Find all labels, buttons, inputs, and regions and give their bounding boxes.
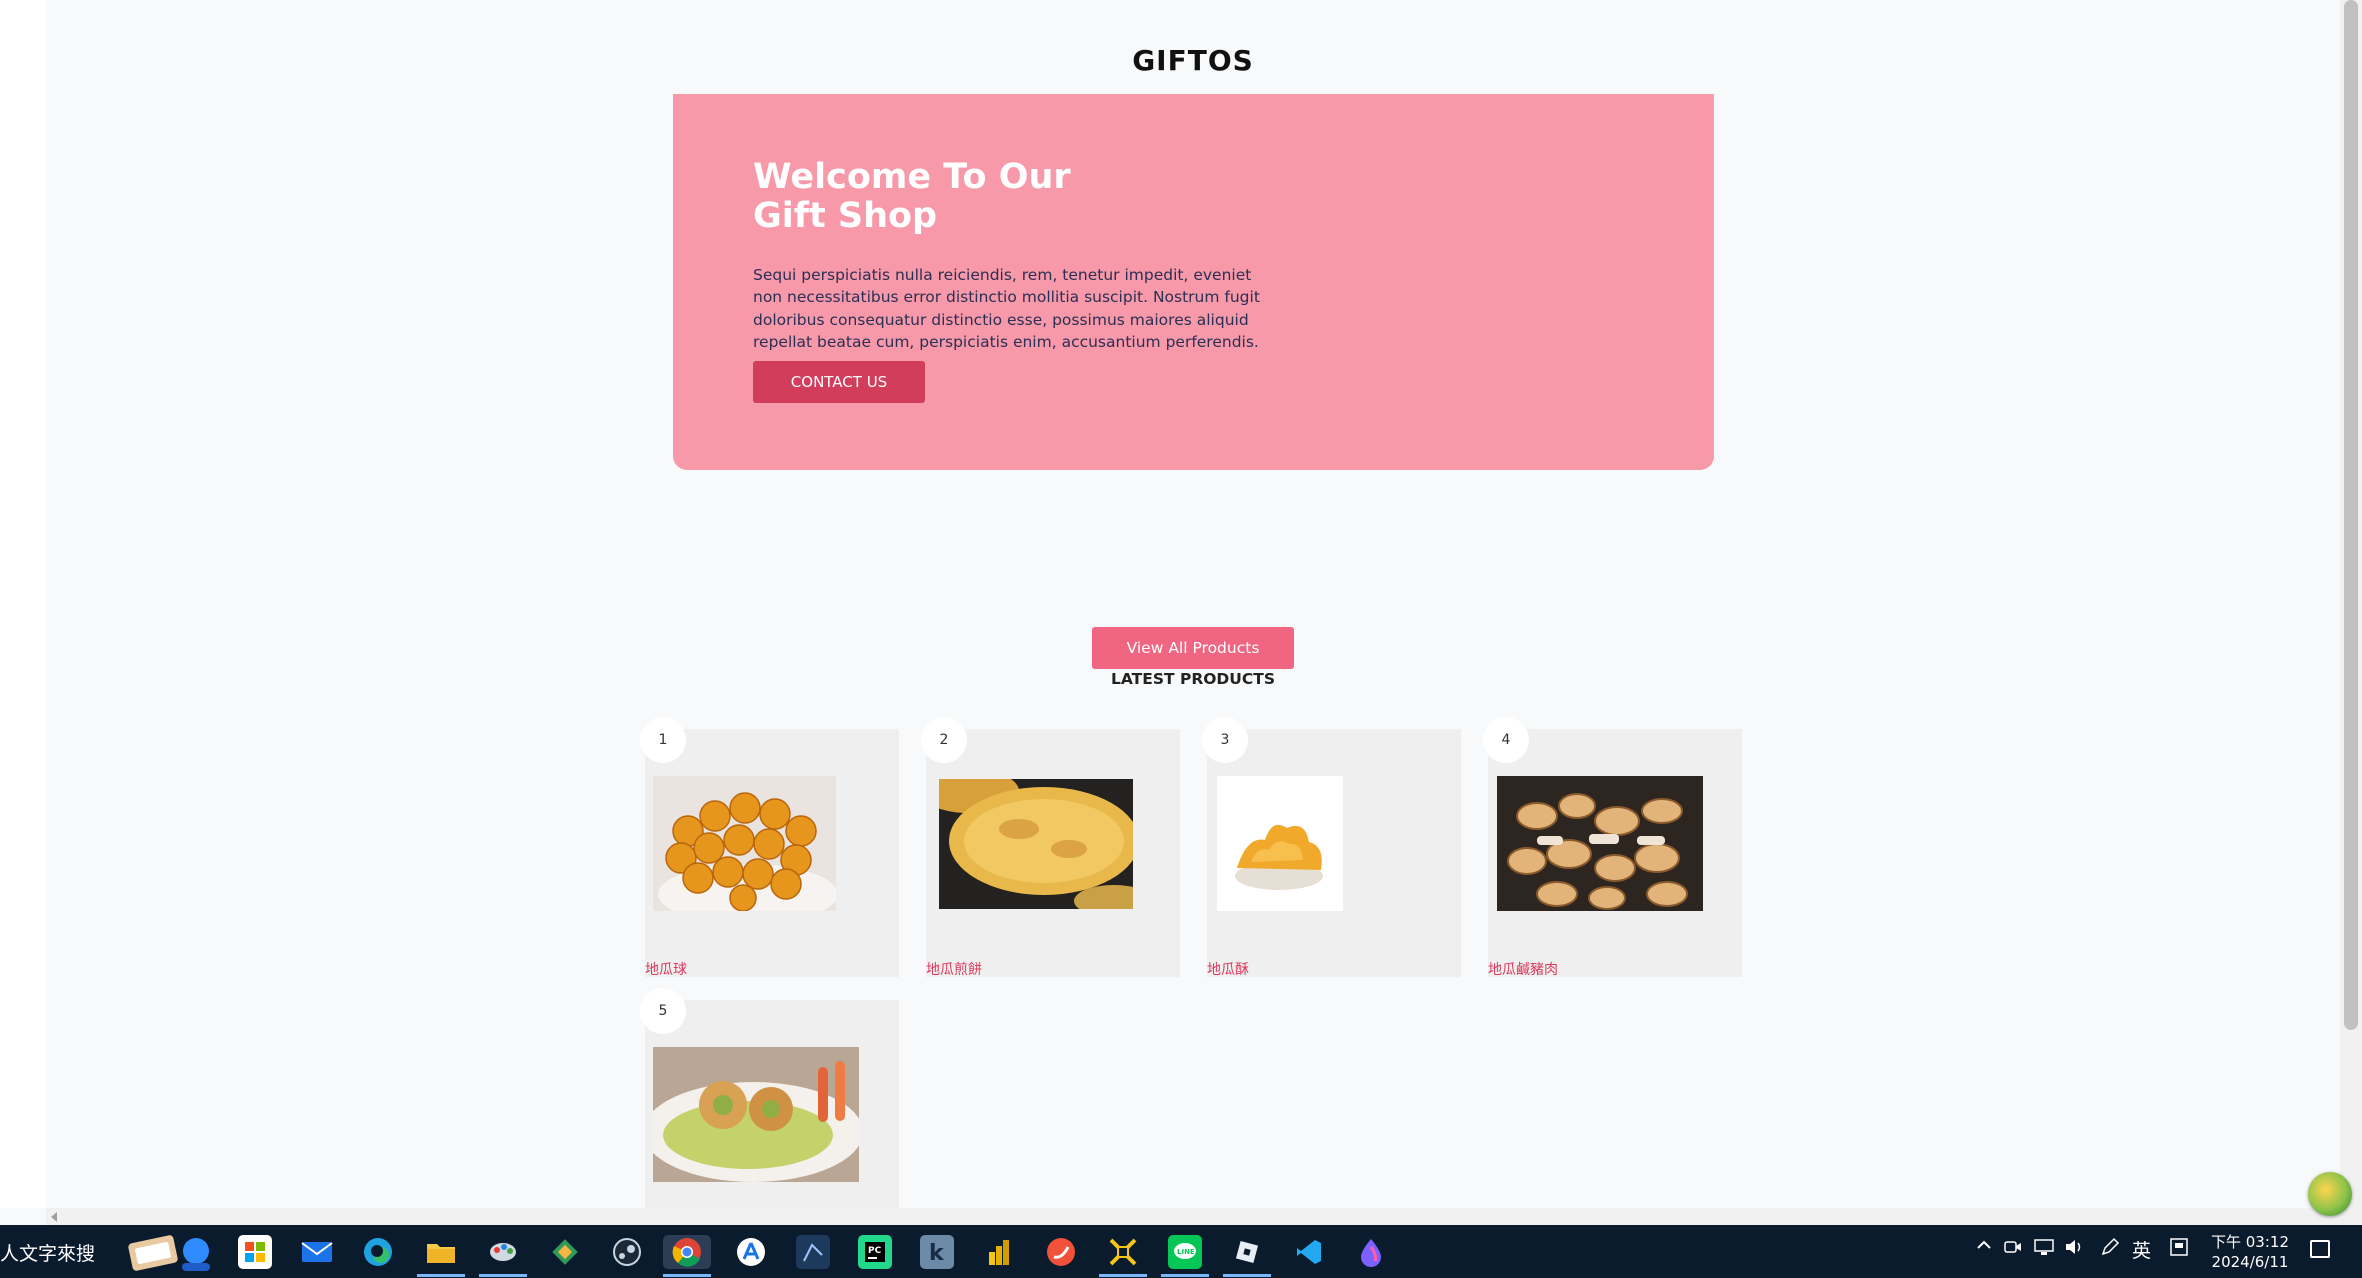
meet-now-icon[interactable] (2004, 1238, 2022, 1261)
clock-date[interactable]: 2024/6/11 (2198, 1253, 2302, 1271)
search-highlight-icon (124, 1231, 218, 1273)
svg-text:LINE: LINE (1177, 1248, 1195, 1256)
contact-us-button[interactable]: CONTACT US (753, 361, 925, 403)
roblox-icon[interactable] (1230, 1235, 1264, 1269)
hero-heading-line2: Gift Shop (753, 196, 938, 236)
svg-text:k: k (929, 1241, 945, 1265)
product-image[interactable] (939, 779, 1133, 909)
file-explorer-icon[interactable] (424, 1235, 458, 1269)
chrome-icon[interactable] (663, 1235, 711, 1269)
product-number-badge: 4 (1483, 717, 1529, 763)
product-image[interactable] (1217, 776, 1343, 911)
keyboard-icon[interactable] (2170, 1238, 2188, 1261)
pycharm-icon[interactable]: PC (858, 1235, 892, 1269)
volume-icon[interactable] (2064, 1238, 2084, 1261)
floating-assistant-icon[interactable] (2308, 1172, 2352, 1216)
svg-text:PC: PC (868, 1246, 882, 1256)
product-number-badge: 3 (1202, 717, 1248, 763)
tool-icon[interactable] (1106, 1235, 1140, 1269)
active-app-indicator (1223, 1274, 1271, 1277)
input-method-indicator[interactable]: 英 (2132, 1236, 2151, 1263)
left-margin (0, 0, 46, 1208)
edge-icon[interactable] (361, 1235, 395, 1269)
product-image[interactable] (1497, 776, 1703, 911)
app-store-icon[interactable] (734, 1235, 768, 1269)
steam-icon[interactable] (610, 1235, 644, 1269)
notification-center-icon[interactable] (2310, 1240, 2330, 1258)
power-bi-icon[interactable] (982, 1235, 1016, 1269)
clock-time[interactable]: 下午 03:12 (2198, 1231, 2302, 1252)
product-image[interactable] (653, 776, 836, 911)
product-number-badge: 2 (921, 717, 967, 763)
tools-icon[interactable] (548, 1235, 582, 1269)
hero-banner: Welcome To Our Gift Shop Sequi perspicia… (673, 94, 1714, 470)
kotlin-icon[interactable]: k (920, 1235, 954, 1269)
product-card[interactable]: 5 (640, 988, 899, 1208)
mail-icon[interactable] (300, 1235, 334, 1269)
hero-heading: Welcome To Our Gift Shop (753, 158, 1253, 236)
product-image[interactable] (653, 1047, 859, 1182)
product-card[interactable]: 1 地瓜球 (640, 717, 899, 979)
app-icon[interactable] (796, 1235, 830, 1269)
active-app-indicator (479, 1274, 527, 1277)
paint-icon[interactable] (486, 1235, 520, 1269)
windows-taskbar: 人文字來搜 PC k LINE 英 下午 03:12 2024/6/11 (0, 1225, 2362, 1278)
line-icon[interactable]: LINE (1168, 1235, 1202, 1269)
product-name[interactable]: 地瓜煎餅 (926, 959, 982, 979)
scrollbar-thumb[interactable] (2344, 0, 2358, 1030)
product-name[interactable]: 地瓜鹹豬肉 (1488, 959, 1558, 979)
tray-chevron-up-icon[interactable] (1976, 1237, 1992, 1258)
active-app-indicator (663, 1274, 711, 1277)
active-app-indicator (1161, 1274, 1209, 1277)
drop-icon[interactable] (1354, 1235, 1388, 1269)
windows-store-icon[interactable] (238, 1235, 272, 1269)
product-card[interactable]: 4 地瓜鹹豬肉 (1483, 717, 1742, 979)
product-number-badge: 5 (640, 988, 686, 1034)
product-card[interactable]: 2 地瓜煎餅 (921, 717, 1180, 979)
hero-description: Sequi perspiciatis nulla reiciendis, rem… (753, 265, 1260, 352)
site-title: GIFTOS (1132, 44, 1254, 77)
latest-products-title: LATEST PRODUCTS (1111, 670, 1275, 688)
swift-icon[interactable] (1044, 1235, 1078, 1269)
horizontal-scrollbar[interactable] (46, 1208, 2340, 1225)
product-card[interactable]: 3 地瓜酥 (1202, 717, 1461, 979)
pen-icon[interactable] (2100, 1237, 2120, 1262)
active-app-indicator (1099, 1274, 1147, 1277)
vscode-icon[interactable] (1292, 1235, 1326, 1269)
active-app-indicator (417, 1274, 465, 1277)
product-number-badge: 1 (640, 717, 686, 763)
taskbar-search-box[interactable]: 人文字來搜 (0, 1239, 95, 1266)
scroll-left-icon[interactable] (51, 1212, 57, 1222)
browser-viewport: GIFTOS Welcome To Our Gift Shop Sequi pe… (46, 0, 2340, 1208)
product-name[interactable]: 地瓜酥 (1207, 959, 1249, 979)
vertical-scrollbar[interactable] (2340, 0, 2362, 1225)
hero-heading-line1: Welcome To Our (753, 157, 1071, 197)
network-icon[interactable] (2034, 1238, 2054, 1261)
view-all-products-button[interactable]: View All Products (1092, 627, 1294, 669)
product-name[interactable]: 地瓜球 (645, 959, 687, 979)
